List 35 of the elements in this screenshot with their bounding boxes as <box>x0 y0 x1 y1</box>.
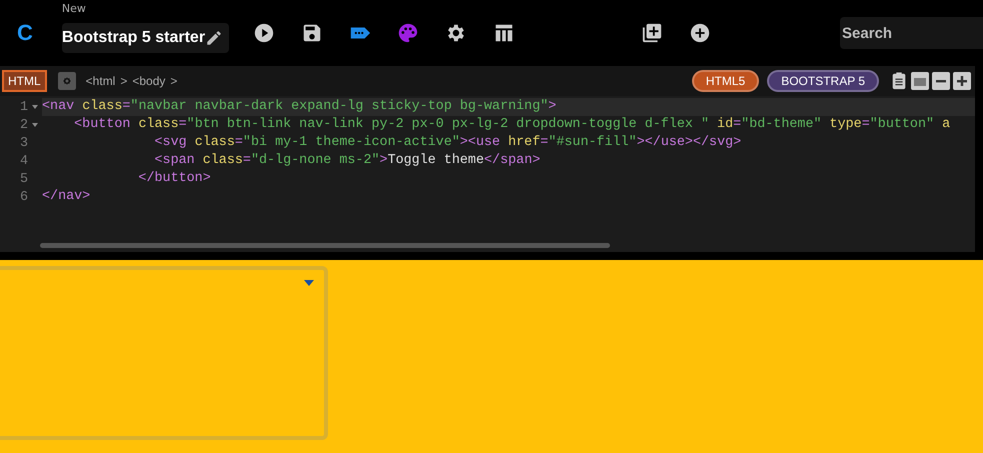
line-number: 3 <box>18 136 28 150</box>
code-line: <span class="d-lg-none ms-2">Toggle theme</span> <box>153 152 542 170</box>
plus-icon[interactable] <box>953 72 971 90</box>
breadcrumb-separator: > <box>170 74 178 88</box>
save-icon[interactable] <box>301 22 324 44</box>
fold-arrow-icon[interactable] <box>31 121 39 129</box>
html-tab[interactable]: HTML <box>2 70 47 92</box>
clipboard-icon[interactable] <box>890 72 908 90</box>
framework-badge: HTML5 <box>692 70 760 92</box>
code-line: </button> <box>137 170 212 188</box>
breadcrumb-item[interactable]: <html <box>86 74 116 88</box>
line-number: 5 <box>18 172 28 186</box>
minus-icon[interactable] <box>932 72 950 90</box>
line-number: 1 <box>18 100 28 114</box>
code-line: </nav> <box>42 188 92 206</box>
project-title: Bootstrap 5 starter <box>62 29 206 47</box>
table-icon[interactable] <box>493 22 516 44</box>
code-line: <svg class="bi my-1 theme-icon-active"><use href="#sun-fill"></use></svg> <box>153 134 742 152</box>
add-copy-icon[interactable] <box>641 22 664 44</box>
app-logo[interactable]: C <box>17 20 33 46</box>
palette-icon[interactable] <box>397 22 420 44</box>
line-number: 2 <box>18 118 28 132</box>
breadcrumb-separator: > <box>120 74 128 88</box>
fold-arrow-icon[interactable] <box>31 103 39 111</box>
code-line: <button class="btn btn-link nav-link py-2 px-0 px-lg-2 dropdown-toggle d-flex " id="bd-theme" type="button" a <box>73 116 952 134</box>
search-field[interactable]: Search <box>840 17 983 49</box>
framework-badge: BOOTSTRAP 5 <box>767 70 879 92</box>
breadcrumb-item[interactable]: <body <box>132 74 166 88</box>
pencil-icon[interactable] <box>205 29 224 47</box>
play-icon[interactable] <box>253 22 276 44</box>
line-number: 6 <box>18 190 28 204</box>
title-caption: New <box>62 2 86 15</box>
caret-icon[interactable] <box>304 280 314 286</box>
add-icon[interactable] <box>689 22 712 44</box>
line-number: 4 <box>18 154 28 168</box>
